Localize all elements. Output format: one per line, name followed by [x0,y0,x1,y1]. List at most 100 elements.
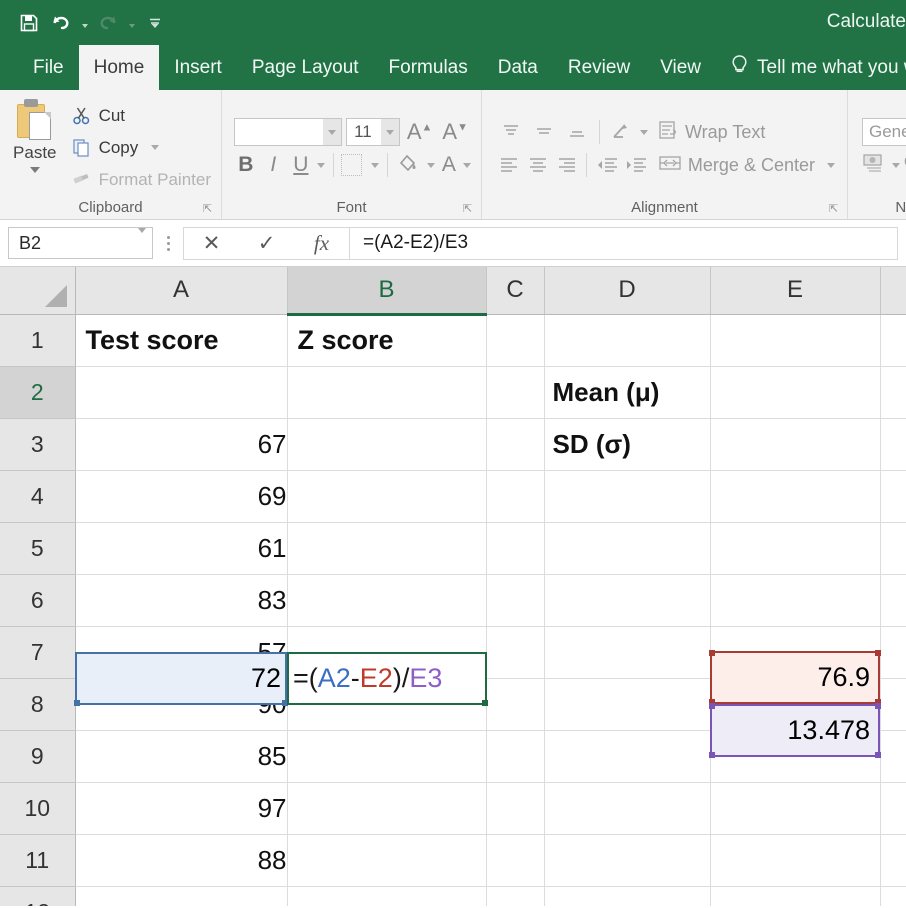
fill-color-dropdown-caret-icon[interactable] [426,162,435,168]
font-name-input[interactable] [234,118,343,146]
row-header-5[interactable]: 5 [0,522,76,575]
cell-e7[interactable] [710,626,881,679]
font-color-icon[interactable]: A [439,153,459,177]
cell-a10[interactable]: 97 [75,782,288,835]
undo-icon[interactable] [46,8,76,38]
cell-a5[interactable]: 61 [75,522,288,575]
cell-b2[interactable] [287,366,487,419]
cell-b5[interactable] [287,522,487,575]
redo-dropdown-caret-icon[interactable] [125,9,138,37]
cell-c7[interactable] [486,626,545,679]
customize-qat-icon[interactable] [140,8,170,38]
underline-dropdown-caret-icon[interactable] [316,162,325,168]
cell-b3[interactable] [287,418,487,471]
italic-button[interactable]: I [262,153,286,177]
cell-e2[interactable] [710,366,881,419]
cell-b11[interactable] [287,834,487,887]
tab-insert[interactable]: Insert [159,45,237,90]
name-box[interactable]: B2 [8,227,153,259]
save-icon[interactable] [14,8,44,38]
cell-d3[interactable]: SD (σ) [544,418,711,471]
cell-e4[interactable] [710,470,881,523]
cell-d4[interactable] [544,470,711,523]
cell-f6[interactable] [880,574,906,627]
cell-f8[interactable] [880,678,906,731]
decrease-font-size-button[interactable]: A▼ [439,119,471,145]
cell-e9[interactable] [710,730,881,783]
row-header-11[interactable]: 11 [0,834,76,887]
cell-a4[interactable]: 69 [75,470,288,523]
formula-input[interactable]: =(A2-E2)/E3 [349,226,898,260]
wrap-text-button[interactable]: Wrap Text [651,119,765,146]
row-header-2[interactable]: 2 [0,366,76,419]
enter-icon[interactable]: ✓ [239,228,294,259]
cell-b1[interactable]: Z score [287,314,487,367]
merge-center-button[interactable]: Merge & Center [652,153,835,178]
font-color-dropdown-caret-icon[interactable] [463,162,472,168]
undo-dropdown-caret-icon[interactable] [78,9,91,37]
formula-bar-grip[interactable] [153,235,183,251]
row-header-6[interactable]: 6 [0,574,76,627]
increase-font-size-button[interactable]: A▲ [404,119,436,145]
cell-d5[interactable] [544,522,711,575]
align-top-icon[interactable] [496,118,526,146]
row-header-8[interactable]: 8 [0,678,76,731]
column-header-c[interactable]: C [486,267,545,315]
cell-c4[interactable] [486,470,545,523]
cell-a1[interactable]: Test score [75,314,288,367]
cell-e6[interactable] [710,574,881,627]
redo-icon[interactable] [93,8,123,38]
cell-f7[interactable] [880,626,906,679]
column-header-d[interactable]: D [544,267,711,315]
clipboard-dialog-launcher-icon[interactable]: ⇱ [202,204,213,215]
cell-e8[interactable] [710,678,881,731]
cut-button[interactable]: Cut [68,101,215,131]
cell-f4[interactable] [880,470,906,523]
align-bottom-icon[interactable] [562,118,592,146]
cell-c8[interactable] [486,678,545,731]
cell-a12[interactable] [75,886,288,906]
cell-e12[interactable] [710,886,881,906]
tab-view[interactable]: View [645,45,716,90]
currency-dropdown-caret-icon[interactable] [892,163,900,168]
font-size-input[interactable]: 11 [346,118,400,146]
align-right-icon[interactable] [554,151,580,179]
borders-dropdown-caret-icon[interactable] [370,162,379,168]
number-format-select[interactable]: General [862,117,906,146]
cell-d10[interactable] [544,782,711,835]
row-header-1[interactable]: 1 [0,314,76,367]
currency-format-icon[interactable] [862,152,888,180]
alignment-dialog-launcher-icon[interactable]: ⇱ [828,204,839,215]
cell-b6[interactable] [287,574,487,627]
cell-b4[interactable] [287,470,487,523]
select-all-corner[interactable] [0,267,76,315]
cell-a9[interactable]: 85 [75,730,288,783]
cell-d8[interactable] [544,678,711,731]
fill-color-icon[interactable] [396,151,419,179]
cell-f2[interactable] [880,366,906,419]
format-painter-button[interactable]: Format Painter [68,165,215,195]
tab-formulas[interactable]: Formulas [374,45,483,90]
row-header-4[interactable]: 4 [0,470,76,523]
cell-d2[interactable]: Mean (μ) [544,366,711,419]
cell-d12[interactable] [544,886,711,906]
merge-dropdown-caret-icon[interactable] [826,162,835,168]
cell-b9[interactable] [287,730,487,783]
cell-b12[interactable] [287,886,487,906]
cell-f11[interactable] [880,834,906,887]
cell-f9[interactable] [880,730,906,783]
cell-c1[interactable] [486,314,545,367]
borders-icon[interactable] [341,154,362,176]
underline-button[interactable]: U [289,153,313,177]
cell-f12[interactable] [880,886,906,906]
row-header-9[interactable]: 9 [0,730,76,783]
insert-function-icon[interactable]: fx [294,228,349,259]
cell-a11[interactable]: 88 [75,834,288,887]
cell-a8[interactable]: 90 [75,678,288,731]
cell-c11[interactable] [486,834,545,887]
tab-page-layout[interactable]: Page Layout [237,45,374,90]
cell-d7[interactable] [544,626,711,679]
name-box-dropdown-caret-icon[interactable] [138,227,146,254]
cell-a6[interactable]: 83 [75,574,288,627]
cell-c9[interactable] [486,730,545,783]
